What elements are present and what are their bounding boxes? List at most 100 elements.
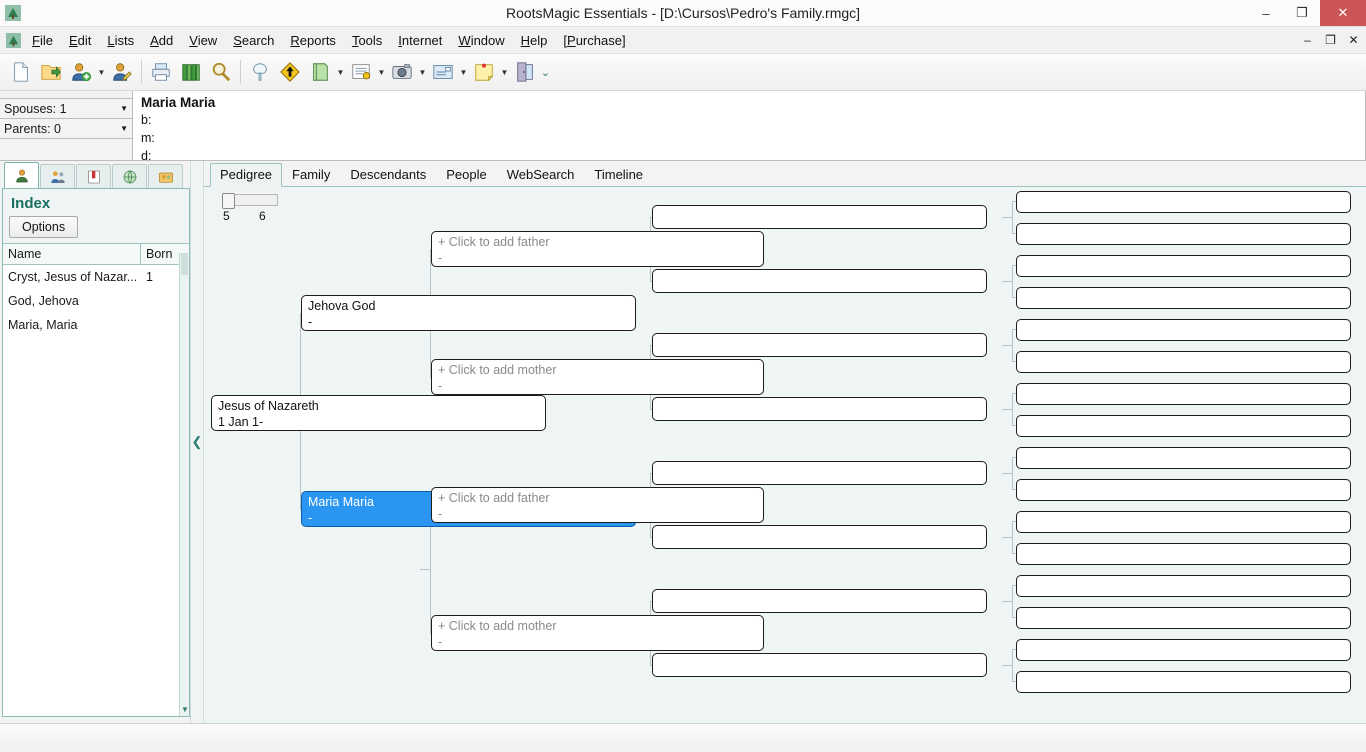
close-button[interactable]: ✕ [1320,0,1366,26]
more-chevron-icon[interactable]: ⌄ [540,57,551,87]
print-icon[interactable] [146,57,176,87]
media-camera-icon[interactable] [387,57,417,87]
person-box-empty[interactable] [1016,223,1351,245]
add-father-box-2[interactable]: + Click to add father - [431,487,764,523]
person-box-empty[interactable] [652,525,987,549]
sources-dropdown-caret[interactable]: ▼ [376,57,387,87]
navigate-sign-icon[interactable] [275,57,305,87]
list-item[interactable]: Cryst, Jesus of Nazar... 1 [3,265,189,289]
notes-dropdown-caret[interactable]: ▼ [335,57,346,87]
person-box-empty[interactable] [652,461,987,485]
collapse-left-panel-icon[interactable]: ❮ [192,434,203,450]
person-box-root[interactable]: Jesus of Nazareth 1 Jan 1- [211,395,546,431]
person-box-empty[interactable] [1016,319,1351,341]
menu-reports[interactable]: Reports [282,30,344,51]
index-scrollbar-thumb[interactable] [181,253,188,275]
tab-pedigree[interactable]: Pedigree [210,163,283,187]
add-person-dropdown-caret[interactable]: ▼ [96,57,107,87]
person-box-empty[interactable] [1016,447,1351,469]
menu-tools[interactable]: Tools [344,30,390,51]
person-box-empty[interactable] [1016,415,1351,437]
spouses-selector[interactable]: Spouses: 1 ▼ [0,99,132,119]
scroll-down-arrow-icon[interactable]: ▼ [181,705,189,714]
list-item[interactable]: God, Jehova [3,289,189,313]
sidebar-item-person[interactable] [4,162,39,188]
parents-selector[interactable]: Parents: 0 ▼ [0,119,132,139]
sidebar-item-bookmarks[interactable] [76,164,111,188]
parents-dropdown-arrow-icon[interactable]: ▼ [120,124,128,133]
index-options-button[interactable]: Options [9,216,79,238]
menu-internet[interactable]: Internet [390,30,450,51]
add-father-box-1[interactable]: + Click to add father - [431,231,764,267]
menu-search[interactable]: Search [225,30,282,51]
menu-lists[interactable]: Lists [99,30,142,51]
search-icon[interactable] [206,57,236,87]
person-box-empty[interactable] [1016,255,1351,277]
person-box-empty[interactable] [1016,191,1351,213]
exit-door-icon[interactable] [510,57,540,87]
person-box-father[interactable]: Jehova God - [301,295,636,331]
menu-view[interactable]: View [181,30,225,51]
person-box-empty[interactable] [1016,287,1351,309]
summary-name: Maria Maria [141,95,216,110]
minimize-button[interactable]: – [1248,0,1284,26]
mdi-restore-button[interactable]: ❐ [1324,33,1337,47]
person-box-empty[interactable] [1016,671,1351,693]
person-box-empty[interactable] [1016,511,1351,533]
report-mail-icon[interactable] [428,57,458,87]
add-mother-box-1[interactable]: + Click to add mother - [431,359,764,395]
person-box-empty[interactable] [652,589,987,613]
new-file-icon[interactable] [6,57,36,87]
connector [1012,585,1013,617]
menu-purchase[interactable]: [Purchase] [555,30,633,51]
person-box-empty[interactable] [1016,543,1351,565]
add-mother-box-2[interactable]: + Click to add mother - [431,615,764,651]
person-box-empty[interactable] [1016,607,1351,629]
mdi-minimize-button[interactable]: – [1301,33,1314,47]
spouses-dropdown-arrow-icon[interactable]: ▼ [120,104,128,113]
panel-splitter[interactable]: ❮ [190,161,204,723]
list-item[interactable]: Maria, Maria [3,313,189,337]
menu-add[interactable]: Add [142,30,181,51]
menu-file[interactable]: File [24,30,61,51]
menu-edit[interactable]: Edit [61,30,99,51]
sidebar-item-family[interactable] [40,164,75,188]
todo-dropdown-caret[interactable]: ▼ [499,57,510,87]
report-dropdown-caret[interactable]: ▼ [458,57,469,87]
connector [1012,521,1013,553]
todo-note-icon[interactable] [469,57,499,87]
slider-thumb[interactable] [222,193,235,209]
column-header-name[interactable]: Name [3,244,141,264]
person-box-empty[interactable] [1016,575,1351,597]
menu-window[interactable]: Window [450,30,512,51]
mdi-close-button[interactable]: ✕ [1347,33,1360,47]
restore-button[interactable]: ❐ [1284,0,1320,26]
person-box-empty[interactable] [1016,479,1351,501]
edit-person-icon[interactable] [107,57,137,87]
person-box-empty[interactable] [1016,383,1351,405]
tab-family[interactable]: Family [282,163,340,186]
sidebar-item-group[interactable] [148,164,183,188]
open-file-icon[interactable] [36,57,66,87]
books-icon[interactable] [176,57,206,87]
family-tree-icon[interactable] [245,57,275,87]
tab-websearch[interactable]: WebSearch [497,163,585,186]
generations-slider[interactable]: 5 6 [218,193,328,225]
add-person-icon[interactable] [66,57,96,87]
menu-help[interactable]: Help [513,30,556,51]
media-dropdown-caret[interactable]: ▼ [417,57,428,87]
sources-icon[interactable] [346,57,376,87]
tab-descendants[interactable]: Descendants [340,163,436,186]
person-box-empty[interactable] [652,653,987,677]
tab-timeline[interactable]: Timeline [584,163,653,186]
person-box-empty[interactable] [652,333,987,357]
sidebar-item-web[interactable] [112,164,147,188]
person-box-empty[interactable] [652,269,987,293]
tab-people[interactable]: People [436,163,496,186]
person-box-empty[interactable] [1016,351,1351,373]
person-box-empty[interactable] [652,205,987,229]
person-box-empty[interactable] [1016,639,1351,661]
index-scrollbar[interactable]: ▼ [179,253,189,716]
notes-icon[interactable] [305,57,335,87]
person-box-empty[interactable] [652,397,987,421]
